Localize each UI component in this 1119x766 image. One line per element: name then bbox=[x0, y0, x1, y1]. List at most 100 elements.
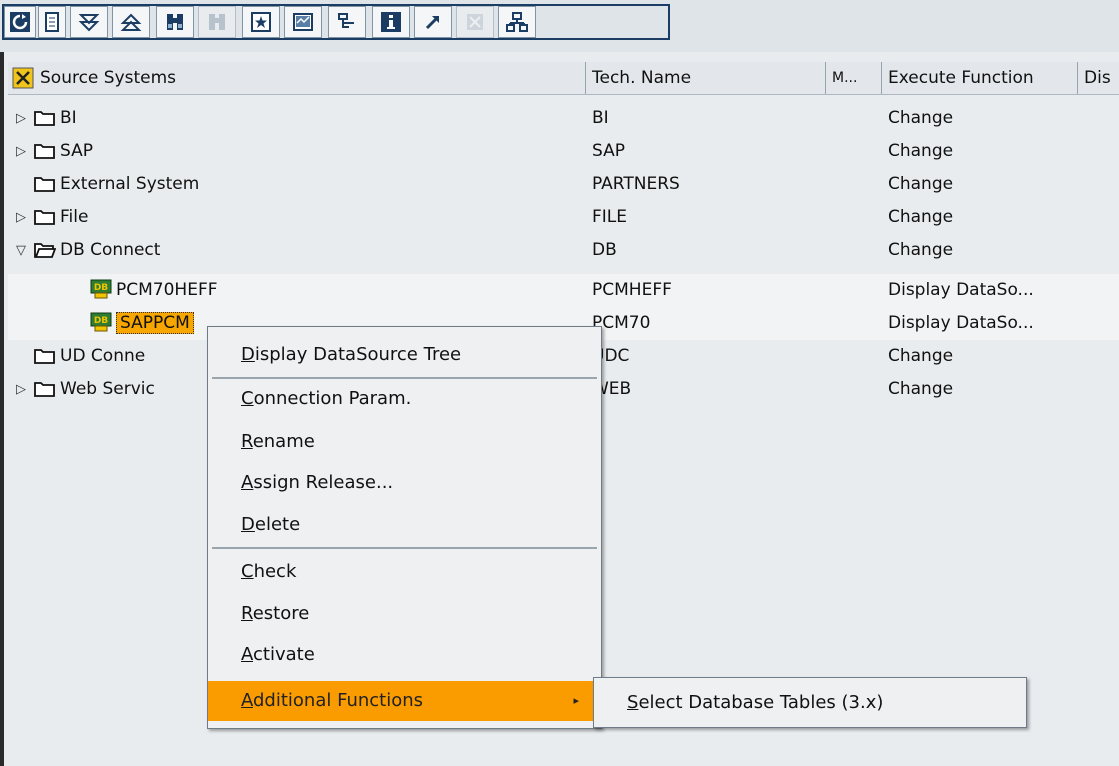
node-label[interactable]: SAPPCM bbox=[116, 307, 194, 340]
node-label[interactable]: SAP bbox=[60, 135, 93, 168]
header-m[interactable]: M... bbox=[826, 62, 882, 94]
folder-icon bbox=[34, 380, 56, 398]
pointer-icon bbox=[425, 16, 439, 30]
menu-mnemonic: C bbox=[241, 388, 254, 409]
menu-item-restore[interactable]: Restore bbox=[208, 594, 601, 634]
db-icon: DB bbox=[90, 312, 112, 332]
header-tech-name[interactable]: Tech. Name bbox=[586, 62, 826, 94]
node-label[interactable]: File bbox=[60, 201, 88, 234]
hierarchy-button[interactable] bbox=[328, 6, 366, 38]
header-source-systems[interactable]: Source Systems bbox=[8, 62, 586, 94]
open-folder-icon bbox=[34, 241, 57, 259]
menu-item-select-database-tables[interactable]: Select Database Tables (3.x) bbox=[594, 683, 1026, 723]
expand-node-icon[interactable]: ▷ bbox=[12, 135, 30, 168]
node-label[interactable]: BI bbox=[60, 102, 77, 135]
node-label-text: DB Connect bbox=[60, 240, 161, 260]
menu-item-activate[interactable]: Activate bbox=[208, 635, 601, 675]
folder-icon bbox=[34, 347, 56, 365]
selected-node-label: SAPPCM bbox=[116, 312, 194, 334]
menu-mnemonic: R bbox=[241, 603, 253, 624]
tech-name-cell: PARTNERS bbox=[592, 174, 680, 194]
svg-text:DB: DB bbox=[94, 283, 108, 293]
node-label[interactable]: UD Conne bbox=[60, 340, 145, 373]
header-source-systems-label: Source Systems bbox=[40, 68, 177, 88]
execute-function-cell[interactable]: Display DataSo... bbox=[888, 274, 1034, 307]
node-label-text: PCM70HEFF bbox=[116, 280, 218, 300]
menu-mnemonic: A bbox=[241, 472, 254, 493]
tech-name-cell: PCMHEFF bbox=[592, 280, 672, 300]
expand-all-button[interactable] bbox=[70, 6, 108, 38]
execute-function-cell[interactable]: Change bbox=[888, 234, 953, 267]
network-button[interactable] bbox=[498, 6, 536, 38]
tree-header: Source Systems Tech. Name M... Execute F… bbox=[8, 62, 1119, 95]
tree-row[interactable]: ▷ File FILE Change bbox=[8, 201, 1119, 234]
tree-row[interactable]: External System PARTNERS Change bbox=[8, 168, 1119, 201]
svg-text:DB: DB bbox=[94, 316, 108, 326]
menu-item-display-datasource-tree[interactable]: Display DataSource Tree bbox=[208, 335, 601, 375]
folder-icon bbox=[34, 109, 56, 127]
db-icon: DB bbox=[90, 279, 112, 299]
node-label-text: External System bbox=[60, 174, 200, 194]
application-toolbar bbox=[0, 0, 1119, 52]
menu-label: dditional Functions bbox=[253, 690, 424, 711]
document-button[interactable] bbox=[38, 6, 66, 38]
create-button[interactable] bbox=[242, 6, 280, 38]
node-label[interactable]: PCM70HEFF bbox=[116, 274, 218, 307]
header-dis[interactable]: Dis bbox=[1078, 62, 1119, 94]
submenu-additional-functions: Select Database Tables (3.x) bbox=[593, 677, 1027, 728]
cancel-button[interactable] bbox=[456, 6, 494, 38]
menu-item-connection-param[interactable]: Connection Param. bbox=[208, 379, 601, 419]
execute-function-cell[interactable]: Change bbox=[888, 373, 953, 406]
menu-mnemonic: D bbox=[241, 514, 255, 535]
pointer-button[interactable] bbox=[414, 6, 452, 38]
menu-item-additional-functions[interactable]: Additional Functions ▸ bbox=[208, 681, 601, 721]
menu-label: isplay DataSource Tree bbox=[254, 344, 462, 365]
expand-all-icon bbox=[78, 14, 100, 32]
execute-function-cell[interactable]: Change bbox=[888, 340, 953, 373]
tech-name-cell: BI bbox=[592, 108, 609, 128]
execute-function-cell[interactable]: Change bbox=[888, 135, 953, 168]
menu-item-delete[interactable]: Delete bbox=[208, 505, 601, 545]
find-next-button[interactable] bbox=[198, 6, 236, 38]
execute-function-cell[interactable]: Change bbox=[888, 168, 953, 201]
expand-node-icon[interactable]: ▷ bbox=[12, 102, 30, 135]
tree-row[interactable]: ▷ SAP SAP Change bbox=[8, 135, 1119, 168]
node-label[interactable]: External System bbox=[60, 168, 199, 201]
tech-name-cell: SAP bbox=[592, 141, 625, 161]
node-label[interactable]: DB Connect bbox=[60, 234, 160, 267]
menu-item-assign-release[interactable]: Assign Release... bbox=[208, 463, 601, 503]
chart-icon bbox=[293, 13, 313, 31]
tree-row[interactable]: ▷ BI BI Change bbox=[8, 102, 1119, 135]
node-label-text: Web Servic bbox=[60, 379, 155, 399]
find-button[interactable] bbox=[156, 6, 194, 38]
node-label[interactable]: Web Servic bbox=[60, 373, 155, 406]
header-m-label: M... bbox=[832, 70, 858, 86]
tech-name-cell: DB bbox=[592, 240, 617, 260]
menu-label: onnection Param. bbox=[253, 388, 412, 409]
node-label-text: BI bbox=[60, 108, 77, 128]
execute-function-cell[interactable]: Change bbox=[888, 201, 953, 234]
tree-row[interactable]: ▽ DB Connect DB Change bbox=[8, 234, 1119, 267]
menu-label: elect Database Tables (3.x) bbox=[638, 692, 884, 713]
menu-label: ctivate bbox=[253, 644, 315, 665]
menu-item-rename[interactable]: Rename bbox=[208, 422, 601, 462]
expand-node-icon[interactable]: ▷ bbox=[12, 373, 30, 406]
create-icon bbox=[251, 12, 271, 32]
execute-function-cell[interactable]: Display DataSo... bbox=[888, 307, 1034, 340]
refresh-button[interactable] bbox=[4, 6, 36, 38]
expand-node-icon[interactable]: ▷ bbox=[12, 201, 30, 234]
tree-row[interactable]: DB PCM70HEFF PCMHEFF Display DataSo... bbox=[8, 274, 1119, 307]
chart-button[interactable] bbox=[284, 6, 322, 38]
menu-separator bbox=[212, 547, 597, 549]
info-button[interactable] bbox=[372, 6, 410, 38]
header-execute-function[interactable]: Execute Function bbox=[882, 62, 1078, 94]
execute-function-cell[interactable]: Change bbox=[888, 102, 953, 135]
collapse-all-button[interactable] bbox=[112, 6, 150, 38]
menu-mnemonic: C bbox=[241, 561, 254, 582]
info-icon bbox=[381, 12, 401, 32]
node-label-text: UD Conne bbox=[60, 346, 146, 366]
find-next-icon bbox=[209, 14, 225, 30]
menu-item-check[interactable]: Check bbox=[208, 552, 601, 592]
menu-label: ssign Release... bbox=[253, 472, 394, 493]
collapse-node-icon[interactable]: ▽ bbox=[12, 234, 30, 267]
